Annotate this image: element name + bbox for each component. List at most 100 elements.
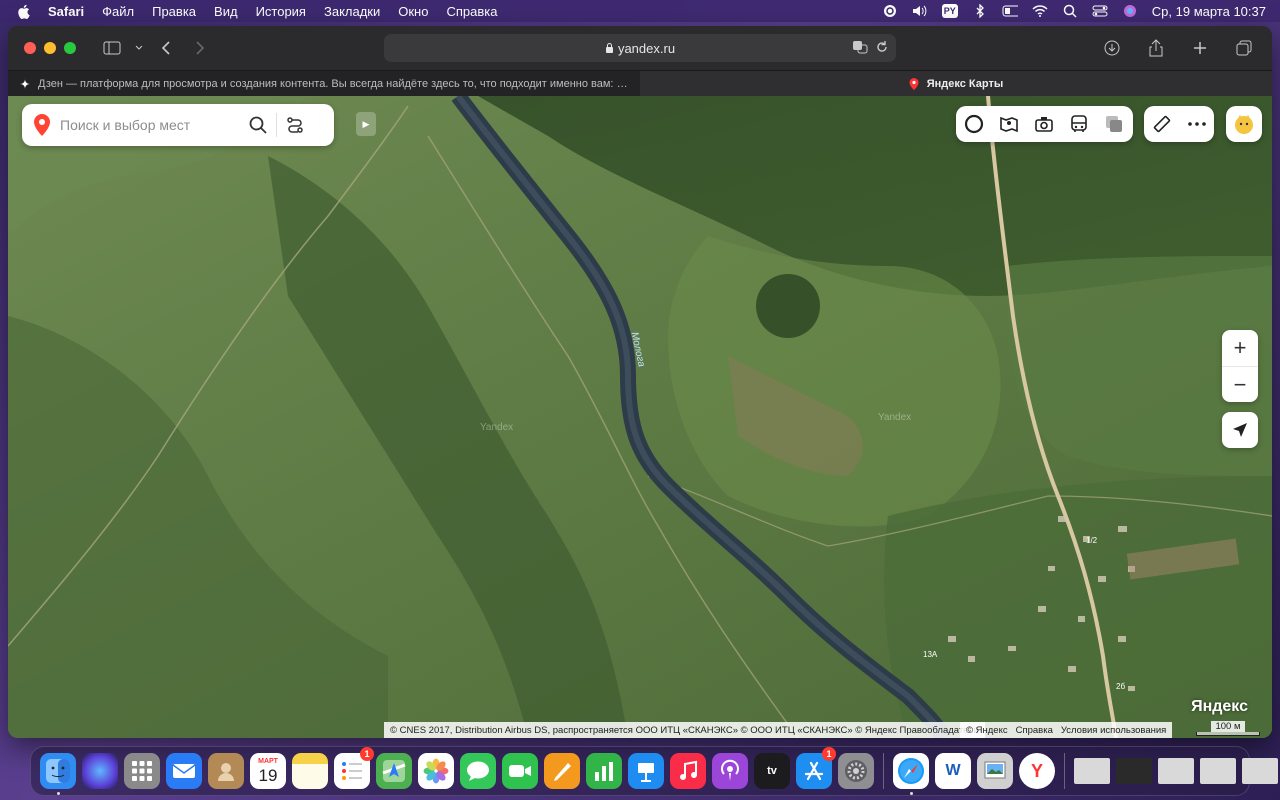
dock-siri[interactable] xyxy=(82,753,118,789)
sidebar-toggle-icon[interactable] xyxy=(98,36,126,60)
footer-terms-link[interactable]: Условия использования xyxy=(1061,725,1166,736)
menu-file[interactable]: Файл xyxy=(102,4,134,19)
spotlight-search-icon[interactable] xyxy=(1062,4,1078,18)
dock-photos[interactable] xyxy=(418,753,454,789)
dock-contacts[interactable] xyxy=(208,753,244,789)
dock-safari[interactable] xyxy=(893,753,929,795)
notification-badge: 1 xyxy=(360,747,374,761)
menu-help[interactable]: Справка xyxy=(446,4,497,19)
apple-logo-icon[interactable] xyxy=(16,3,30,19)
dock-system-settings[interactable] xyxy=(838,753,874,789)
siri-icon[interactable] xyxy=(1122,4,1138,18)
dock-minimized-window[interactable] xyxy=(1116,758,1152,784)
podcast-icon xyxy=(721,759,739,781)
grammarly-icon[interactable] xyxy=(882,4,898,18)
user-profile-button[interactable] xyxy=(1226,106,1262,142)
map-copyright[interactable]: © CNES 2017, Distribution Airbus DS, рас… xyxy=(384,722,985,738)
map-layers-icon[interactable] xyxy=(1096,106,1131,142)
map-search-input[interactable] xyxy=(60,117,240,133)
dock-separator xyxy=(1064,753,1065,789)
translate-icon[interactable] xyxy=(852,40,868,57)
menu-history[interactable]: История xyxy=(256,4,306,19)
control-center-icon[interactable] xyxy=(1092,4,1108,18)
menubar-datetime[interactable]: Ср, 19 марта 10:37 xyxy=(1152,4,1266,19)
checklist-icon xyxy=(342,762,362,780)
dock-reminders[interactable]: 1 xyxy=(334,747,374,789)
forward-icon[interactable] xyxy=(186,36,214,60)
address-bar[interactable]: yandex.ru xyxy=(384,34,896,62)
satellite-map[interactable]: Yandex Yandex Молога 13А 2б 1/2 ▶ xyxy=(8,96,1272,738)
map-layer-circle-icon[interactable] xyxy=(956,106,991,142)
dock-notes[interactable] xyxy=(292,753,328,789)
locate-me-button[interactable] xyxy=(1222,412,1258,448)
footer-yandex-link[interactable]: © Яндекс xyxy=(966,725,1008,736)
new-tab-icon[interactable] xyxy=(1186,36,1214,60)
reload-icon[interactable] xyxy=(876,40,888,57)
wifi-icon[interactable] xyxy=(1032,4,1048,18)
transit-bus-icon[interactable] xyxy=(1061,106,1096,142)
camera-icon[interactable] xyxy=(1026,106,1061,142)
dock-keynote[interactable] xyxy=(628,753,664,789)
zoom-out-button[interactable]: − xyxy=(1222,366,1258,402)
map-pin-icon xyxy=(909,77,919,90)
dock-minimized-window[interactable] xyxy=(1074,758,1110,784)
dock-launchpad[interactable] xyxy=(124,753,160,789)
dock-tv[interactable]: tv xyxy=(754,753,790,789)
calendar-month: МАРТ xyxy=(258,757,278,765)
menu-window[interactable]: Окно xyxy=(398,4,428,19)
panel-expand-button[interactable]: ▶ xyxy=(356,112,376,136)
dock-yandex-browser[interactable]: Y xyxy=(1019,753,1055,789)
menu-app-name[interactable]: Safari xyxy=(48,4,84,19)
more-options-icon[interactable] xyxy=(1179,106,1214,142)
bar-chart-icon xyxy=(595,762,613,781)
dock-preview[interactable] xyxy=(977,753,1013,789)
zoom-in-button[interactable]: + xyxy=(1222,330,1258,366)
launchpad-grid-icon xyxy=(132,761,152,781)
menu-bookmarks[interactable]: Закладки xyxy=(324,4,380,19)
dock-music[interactable] xyxy=(670,753,706,789)
dock-maps[interactable] xyxy=(376,753,412,789)
input-source-badge[interactable]: PY xyxy=(941,4,958,18)
footer-help-link[interactable]: Справка xyxy=(1016,725,1053,736)
tab-overview-icon[interactable] xyxy=(1230,36,1258,60)
dock-mail[interactable] xyxy=(166,753,202,789)
bluetooth-icon[interactable] xyxy=(972,4,988,18)
preview-photos-icon xyxy=(984,761,1006,779)
tab-group-chevron-icon[interactable] xyxy=(132,36,146,60)
volume-icon[interactable] xyxy=(912,4,928,18)
dock-minimized-window[interactable] xyxy=(1242,758,1278,784)
window-fullscreen-button[interactable] xyxy=(64,42,76,54)
share-icon[interactable] xyxy=(1142,36,1170,60)
battery-icon[interactable] xyxy=(1002,4,1018,18)
dock-minimized-window[interactable] xyxy=(1158,758,1194,784)
tab-yandex-maps[interactable]: Яндекс Карты xyxy=(640,71,1272,96)
dock-minimized-window[interactable] xyxy=(1200,758,1236,784)
window-minimize-button[interactable] xyxy=(44,42,56,54)
menu-edit[interactable]: Правка xyxy=(152,4,196,19)
dock-facetime[interactable] xyxy=(502,753,538,789)
dock-pages[interactable] xyxy=(544,753,580,789)
dock-numbers[interactable] xyxy=(586,753,622,789)
music-note-icon xyxy=(680,760,697,780)
window-close-button[interactable] xyxy=(24,42,36,54)
search-icon[interactable] xyxy=(240,104,276,146)
route-icon[interactable] xyxy=(277,104,313,146)
envelope-icon xyxy=(172,764,196,778)
tab-dzen[interactable]: Дзен — платформа для просмотра и создани… xyxy=(8,71,640,96)
menu-view[interactable]: Вид xyxy=(214,4,238,19)
url-text: yandex.ru xyxy=(617,40,676,56)
tab-bar: Дзен — платформа для просмотра и создани… xyxy=(8,70,1272,96)
back-icon[interactable] xyxy=(152,36,180,60)
dock-calendar[interactable]: МАРТ 19 xyxy=(250,753,286,789)
dock-finder[interactable] xyxy=(40,753,76,795)
dock-podcasts[interactable] xyxy=(712,753,748,789)
dock-word[interactable]: W xyxy=(935,753,971,789)
panorama-icon[interactable] xyxy=(991,106,1026,142)
map-tools-toolbar xyxy=(1144,106,1214,142)
zoom-controls: + − xyxy=(1222,330,1258,402)
downloads-icon[interactable] xyxy=(1098,36,1126,60)
photos-flower-icon xyxy=(423,758,449,784)
dock-app-store[interactable]: 1 xyxy=(796,747,836,789)
dock-messages[interactable] xyxy=(460,753,496,789)
ruler-icon[interactable] xyxy=(1144,106,1179,142)
